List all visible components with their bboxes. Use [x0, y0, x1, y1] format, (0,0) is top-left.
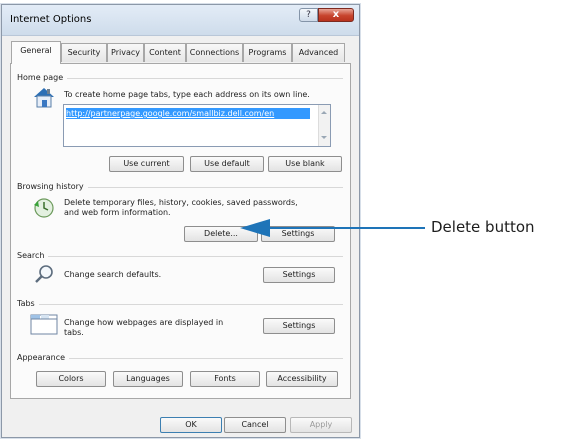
tab-privacy[interactable]: Privacy	[107, 43, 144, 62]
fonts-button[interactable]: Fonts	[190, 371, 260, 387]
tab-advanced[interactable]: Advanced	[292, 43, 345, 62]
scroll-down-icon	[321, 136, 327, 139]
callout-arrow-head-icon	[240, 219, 270, 237]
home-page-group-header: Home page	[17, 73, 343, 83]
tabs-settings-button[interactable]: Settings	[263, 318, 335, 334]
browsing-history-description-2: and web form information.	[64, 208, 171, 217]
apply-button[interactable]: Apply	[290, 417, 352, 433]
search-icon	[35, 265, 53, 283]
tabs-window-icon	[30, 314, 58, 335]
window-title: Internet Options	[10, 14, 92, 25]
accessibility-button[interactable]: Accessibility	[266, 371, 338, 387]
callout-label: Delete button	[431, 218, 535, 236]
home-page-url-text: http://partnerpage.google.com/smallbiz.d…	[66, 108, 310, 119]
tabs-description-2: tabs.	[64, 328, 84, 337]
use-current-button[interactable]: Use current	[109, 156, 184, 172]
use-blank-button[interactable]: Use blank	[268, 156, 342, 172]
search-settings-button[interactable]: Settings	[263, 267, 335, 283]
internet-options-dialog: Internet Options ? x General Security Pr…	[1, 4, 360, 438]
scroll-up-icon	[321, 111, 327, 114]
title-bar: Internet Options ? x	[2, 5, 359, 36]
url-scrollbar[interactable]	[318, 105, 330, 146]
colors-button[interactable]: Colors	[36, 371, 106, 387]
use-default-button[interactable]: Use default	[190, 156, 264, 172]
home-page-url-input[interactable]: http://partnerpage.google.com/smallbiz.d…	[63, 104, 331, 147]
callout-arrow-line	[268, 227, 425, 229]
tab-connections[interactable]: Connections	[186, 43, 243, 62]
home-page-description: To create home page tabs, type each addr…	[64, 90, 310, 99]
languages-button[interactable]: Languages	[113, 371, 183, 387]
cancel-button[interactable]: Cancel	[224, 417, 286, 433]
tab-programs[interactable]: Programs	[243, 43, 292, 62]
browsing-history-group-header: Browsing history	[17, 182, 343, 192]
tab-security[interactable]: Security	[61, 43, 107, 62]
tab-general[interactable]: General	[11, 41, 61, 64]
general-tab-panel: Home page To create home page tabs, type…	[10, 63, 351, 399]
help-button[interactable]: ?	[299, 8, 318, 22]
close-button[interactable]: x	[318, 8, 354, 22]
house-icon	[34, 88, 54, 108]
tab-content[interactable]: Content	[144, 43, 186, 62]
history-icon	[34, 198, 54, 218]
tabs-description-1: Change how webpages are displayed in	[64, 318, 224, 327]
ok-button[interactable]: OK	[160, 417, 222, 433]
search-description: Change search defaults.	[64, 270, 162, 279]
search-group-header: Search	[17, 251, 343, 261]
appearance-group-header: Appearance	[17, 353, 343, 363]
tabs-group-header: Tabs	[17, 299, 343, 309]
